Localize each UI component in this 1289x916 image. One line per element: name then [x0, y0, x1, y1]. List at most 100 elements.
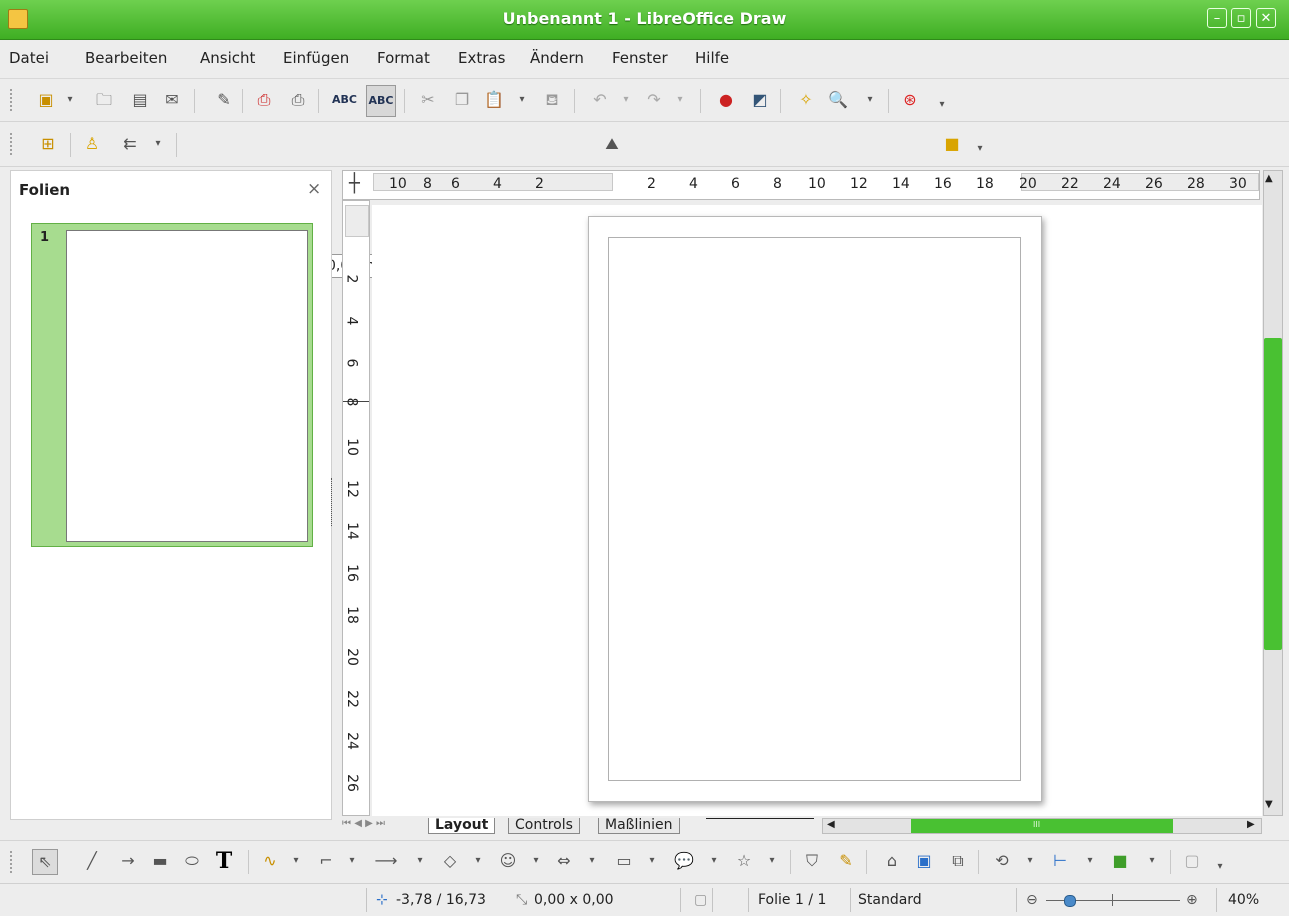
line-icon[interactable]: ╱	[80, 849, 104, 873]
ruler-origin-icon[interactable]: ┼	[349, 173, 360, 194]
callouts-icon[interactable]: 💬	[672, 849, 696, 873]
paste-icon[interactable]: 📋	[482, 88, 506, 112]
chart-icon[interactable]: ●	[714, 88, 738, 112]
zoom-slider-handle[interactable]	[1064, 895, 1076, 907]
autospellcheck-icon[interactable]: ABC	[366, 85, 396, 117]
dropdown-icon[interactable]: ▾	[640, 849, 664, 873]
align-icon[interactable]: ⊢	[1048, 849, 1072, 873]
flowchart-icon[interactable]: ▭	[612, 849, 636, 873]
dropdown-icon[interactable]: ▾	[760, 849, 784, 873]
glue-points-icon[interactable]: ✎	[834, 849, 858, 873]
copy-icon[interactable]: ❐	[450, 88, 474, 112]
rectangle-icon[interactable]: ▬	[148, 849, 172, 873]
spellcheck-icon[interactable]: ABC	[332, 88, 357, 112]
navigator-icon[interactable]: ◩	[748, 88, 772, 112]
dropdown-icon[interactable]: ▾	[1140, 849, 1164, 873]
dropdown-icon[interactable]: ▾	[702, 849, 726, 873]
lines-arrows-icon[interactable]: ⟶	[374, 849, 398, 873]
menu-aendern[interactable]: Ändern	[530, 49, 584, 67]
redo-icon[interactable]: ↷	[642, 88, 666, 112]
shadow-icon[interactable]: ■	[940, 132, 964, 156]
toolbar-overflow-icon[interactable]: ▾	[1208, 855, 1232, 879]
zoom-in-icon[interactable]: ⊕	[1186, 892, 1198, 908]
menu-datei[interactable]: Datei	[9, 49, 49, 67]
toolbar-grip[interactable]	[10, 851, 18, 873]
layout-icon[interactable]: ⊞	[36, 132, 60, 156]
minimize-button[interactable]: –	[1207, 8, 1227, 28]
extrusion-icon[interactable]: ⧉	[946, 849, 970, 873]
tab-masslinien[interactable]: Maßlinien	[598, 818, 680, 834]
effects-icon[interactable]: ✧	[794, 88, 818, 112]
scroll-down-icon[interactable]: ▼	[1265, 799, 1273, 810]
zoom-icon[interactable]: 🔍	[826, 88, 850, 112]
scroll-left-icon[interactable]: ◀	[827, 819, 835, 830]
rotate-icon[interactable]: ⟲	[990, 849, 1014, 873]
tab-navigation[interactable]: ⏮ ◀ ▶ ⏭	[342, 818, 426, 834]
tab-controls[interactable]: Controls	[508, 818, 580, 834]
stars-icon[interactable]: ☆	[732, 849, 756, 873]
dropdown-icon[interactable]: ▾	[580, 849, 604, 873]
fontwork-icon[interactable]: ⌂	[880, 849, 904, 873]
area-icon[interactable]: ⛰	[600, 132, 624, 156]
help-icon[interactable]: ⊛	[898, 88, 922, 112]
menu-fenster[interactable]: Fenster	[612, 49, 668, 67]
menu-format[interactable]: Format	[377, 49, 430, 67]
tab-prev-icon[interactable]: ◀	[354, 818, 362, 829]
dropdown-icon[interactable]: ▾	[524, 849, 548, 873]
tab-layout[interactable]: Layout	[428, 818, 496, 834]
dropdown-icon[interactable]: ▾	[858, 88, 882, 112]
open-icon[interactable]: 🗀	[92, 88, 116, 112]
menu-hilfe[interactable]: Hilfe	[695, 49, 729, 67]
toolbar-overflow-icon[interactable]: ▾	[968, 137, 992, 161]
document-modified-icon[interactable]: ▢	[694, 892, 707, 908]
connector-icon[interactable]: ⌐	[314, 849, 338, 873]
dropdown-icon[interactable]: ▾	[668, 88, 692, 112]
line-arrow-icon[interactable]: →	[116, 849, 140, 873]
slide-thumbnail-item[interactable]: 1	[31, 223, 313, 547]
toolbar-grip[interactable]	[10, 133, 18, 155]
tab-next-icon[interactable]: ▶	[365, 818, 373, 829]
select-icon[interactable]: ⇖	[32, 849, 58, 875]
curve-icon[interactable]: ∿	[258, 849, 282, 873]
undo-icon[interactable]: ↶	[588, 88, 612, 112]
clone-format-icon[interactable]: ⛾	[540, 88, 564, 112]
dropdown-icon[interactable]: ▾	[1078, 849, 1102, 873]
email-icon[interactable]: ✉	[160, 88, 184, 112]
print-icon[interactable]: ⎙	[286, 88, 310, 112]
menu-einfuegen[interactable]: Einfügen	[283, 49, 349, 67]
dropdown-icon[interactable]: ▾	[58, 88, 82, 112]
block-arrows-icon[interactable]: ⇔	[552, 849, 576, 873]
panel-splitter[interactable]	[331, 478, 336, 526]
zoom-out-icon[interactable]: ⊖	[1026, 892, 1038, 908]
dropdown-icon[interactable]: ▾	[408, 849, 432, 873]
tab-last-icon[interactable]: ⏭	[376, 818, 385, 829]
menu-bearbeiten[interactable]: Bearbeiten	[85, 49, 167, 67]
ellipse-icon[interactable]: ⬭	[180, 849, 204, 873]
toolbar-grip[interactable]	[10, 89, 18, 111]
cut-icon[interactable]: ✂	[416, 88, 440, 112]
export-pdf-icon[interactable]: ⎙	[252, 88, 276, 112]
dropdown-icon[interactable]: ▾	[340, 849, 364, 873]
arrange-icon[interactable]: ■	[1108, 849, 1132, 873]
dropdown-icon[interactable]: ▾	[1018, 849, 1042, 873]
toolbar-overflow-icon[interactable]: ▾	[930, 93, 954, 117]
shadow-toggle-icon[interactable]: ▢	[1180, 849, 1204, 873]
vertical-scroll-thumb[interactable]	[1264, 338, 1282, 650]
menu-extras[interactable]: Extras	[458, 49, 505, 67]
symbol-shapes-icon[interactable]: ☺	[496, 849, 520, 873]
dropdown-icon[interactable]: ▾	[284, 849, 308, 873]
insert-image-icon[interactable]: ▣	[912, 849, 936, 873]
close-button[interactable]: ✕	[1256, 8, 1276, 28]
new-icon[interactable]: ▣	[34, 88, 58, 112]
tab-first-icon[interactable]: ⏮	[342, 818, 351, 829]
text-icon[interactable]: T	[212, 849, 236, 873]
zoom-level[interactable]: 40%	[1228, 892, 1259, 908]
points-icon[interactable]: ⛉	[800, 849, 824, 873]
maximize-button[interactable]: ▫	[1231, 8, 1251, 28]
dropdown-icon[interactable]: ▾	[146, 132, 170, 156]
scroll-right-icon[interactable]: ▶	[1247, 819, 1255, 830]
scroll-up-icon[interactable]: ▲	[1265, 173, 1273, 184]
save-icon[interactable]: ▤	[128, 88, 152, 112]
basic-shapes-icon[interactable]: ◇	[438, 849, 462, 873]
menu-ansicht[interactable]: Ansicht	[200, 49, 255, 67]
